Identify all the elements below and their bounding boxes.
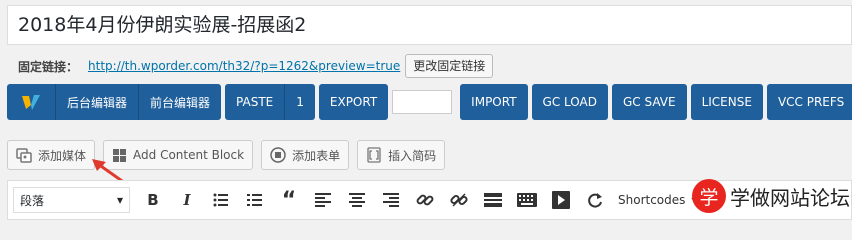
add-form-label: 添加表单 <box>292 148 341 163</box>
form-icon <box>270 147 286 163</box>
format-select[interactable]: 段落 ▾ <box>13 187 130 213</box>
watermark-text: 学做网站论坛 <box>730 185 850 210</box>
backend-editor-button[interactable]: 后台编辑器 <box>55 84 138 120</box>
frontend-editor-button[interactable]: 前台编辑器 <box>138 84 221 120</box>
play-icon[interactable] <box>544 183 578 217</box>
align-left-icon[interactable] <box>306 183 340 217</box>
vc-logo-button[interactable] <box>7 84 55 120</box>
import-text-input[interactable] <box>392 90 453 114</box>
insert-shortcode-label: 插入简码 <box>388 148 437 163</box>
gc-load-button[interactable]: GC LOAD <box>531 84 608 120</box>
format-select-value: 段落 <box>20 193 45 208</box>
add-media-button[interactable]: 添加媒体 <box>7 140 96 170</box>
add-form-button[interactable]: 添加表单 <box>261 140 350 170</box>
post-title-input[interactable]: 2018年4月份伊朗实验展-招展函2 <box>7 5 852 45</box>
permalink-url-link[interactable]: http://th.wporder.com/th32/?p=1262&previ… <box>88 59 400 73</box>
keyboard-icon[interactable] <box>510 183 544 217</box>
add-media-label: 添加媒体 <box>38 148 87 163</box>
align-center-icon[interactable] <box>340 183 374 217</box>
insert-shortcode-button[interactable]: 插入简码 <box>357 140 446 170</box>
shortcode-icon <box>366 147 382 163</box>
italic-icon[interactable]: I <box>170 183 204 217</box>
paste-button[interactable]: PASTE <box>225 84 284 120</box>
dropdown-arrow-icon: ▾ <box>116 193 123 207</box>
add-content-block-label: Add Content Block <box>133 148 245 162</box>
media-icon <box>16 147 32 163</box>
permalink-row: 固定链接： http://th.wporder.com/th32/?p=1262… <box>18 54 494 78</box>
media-buttons-row: 添加媒体 Add Content Block 添加表单 插入简码 <box>7 140 453 170</box>
license-button[interactable]: LICENSE <box>690 84 763 120</box>
vc-logo-icon <box>18 92 44 112</box>
bulleted-list-icon[interactable] <box>204 183 238 217</box>
change-permalink-button[interactable]: 更改固定链接 <box>405 54 494 78</box>
paste-group: PASTE 1 <box>225 84 315 120</box>
watermark: 学 学做网站论坛 <box>692 176 852 216</box>
refresh-icon[interactable] <box>578 183 612 217</box>
gc-save-button[interactable]: GC SAVE <box>611 84 687 120</box>
editor-switch-group: 后台编辑器 前台编辑器 <box>7 84 222 120</box>
unlink-icon[interactable] <box>442 183 476 217</box>
watermark-logo: 学 <box>692 179 726 213</box>
paste-count: 1 <box>284 84 315 120</box>
shortcodes-dropdown[interactable]: Shortcodes ▾ <box>612 183 703 217</box>
numbered-list-icon[interactable] <box>238 183 272 217</box>
import-button[interactable]: IMPORT <box>460 84 528 120</box>
shortcodes-label: Shortcodes <box>618 193 686 207</box>
visual-composer-bar: 后台编辑器 前台编辑器 PASTE 1 EXPORT IMPORT GC LOA… <box>7 84 852 120</box>
bold-icon[interactable]: B <box>136 183 170 217</box>
vcc-prefs-button[interactable]: VCC PREFS <box>766 84 852 120</box>
read-more-icon[interactable] <box>476 183 510 217</box>
blockquote-icon[interactable]: “ <box>272 183 306 217</box>
export-button[interactable]: EXPORT <box>318 84 389 120</box>
link-icon[interactable] <box>408 183 442 217</box>
align-right-icon[interactable] <box>374 183 408 217</box>
permalink-label: 固定链接： <box>18 59 79 74</box>
